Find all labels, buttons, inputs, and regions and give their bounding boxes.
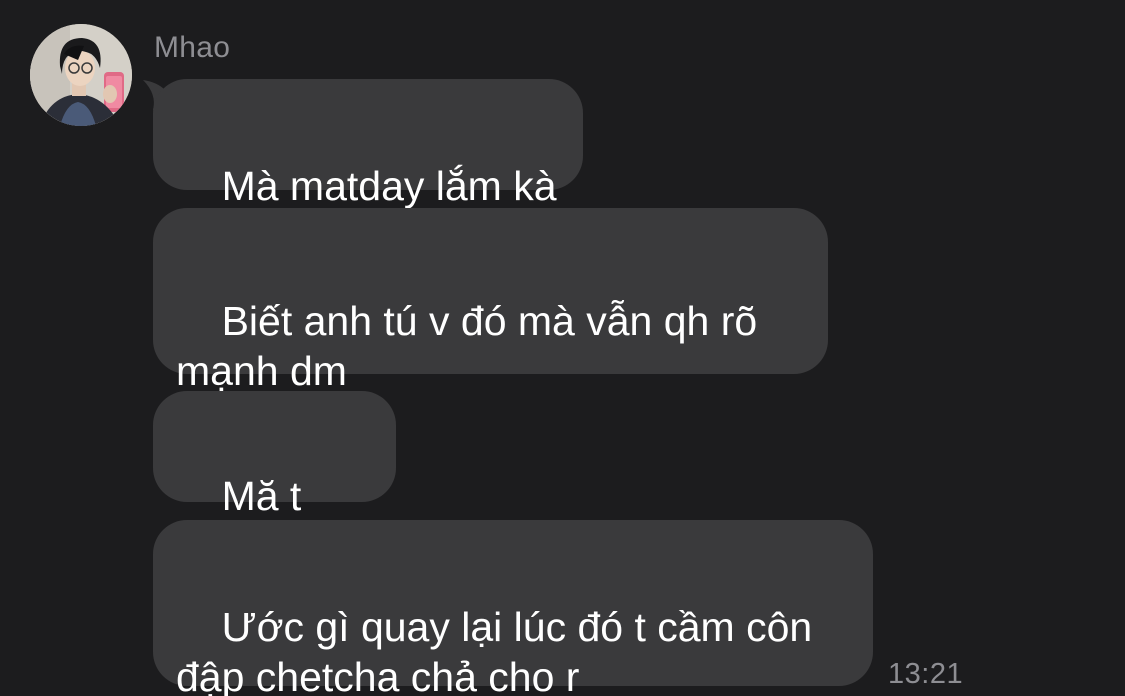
message-bubble[interactable]: Mă t điên <box>153 391 396 569</box>
message-bubble[interactable]: Biết anh tú v đó mà vẫn qh rõ mạnh dm <box>153 208 828 394</box>
message-bubble[interactable]: Mà matday lắm kà <box>153 79 583 209</box>
message-text: Mà matday lắm kà <box>221 163 557 209</box>
message-text: Biết anh tú v đó mà vẫn qh rõ mạnh dm <box>176 298 758 394</box>
message-timestamp: 13:21 <box>888 658 964 690</box>
chat-thread: Mhao Mà matday lắm kà Biết anh tú v đó m… <box>0 0 1125 696</box>
message-bubble[interactable]: Ước gì quay lại lúc đó t cầm côn đập che… <box>153 520 873 696</box>
avatar[interactable] <box>30 24 132 126</box>
message-text: Ước gì quay lại lúc đó t cầm côn đập che… <box>176 604 813 696</box>
sender-name: Mhao <box>154 31 231 64</box>
profile-photo-icon <box>30 24 132 126</box>
